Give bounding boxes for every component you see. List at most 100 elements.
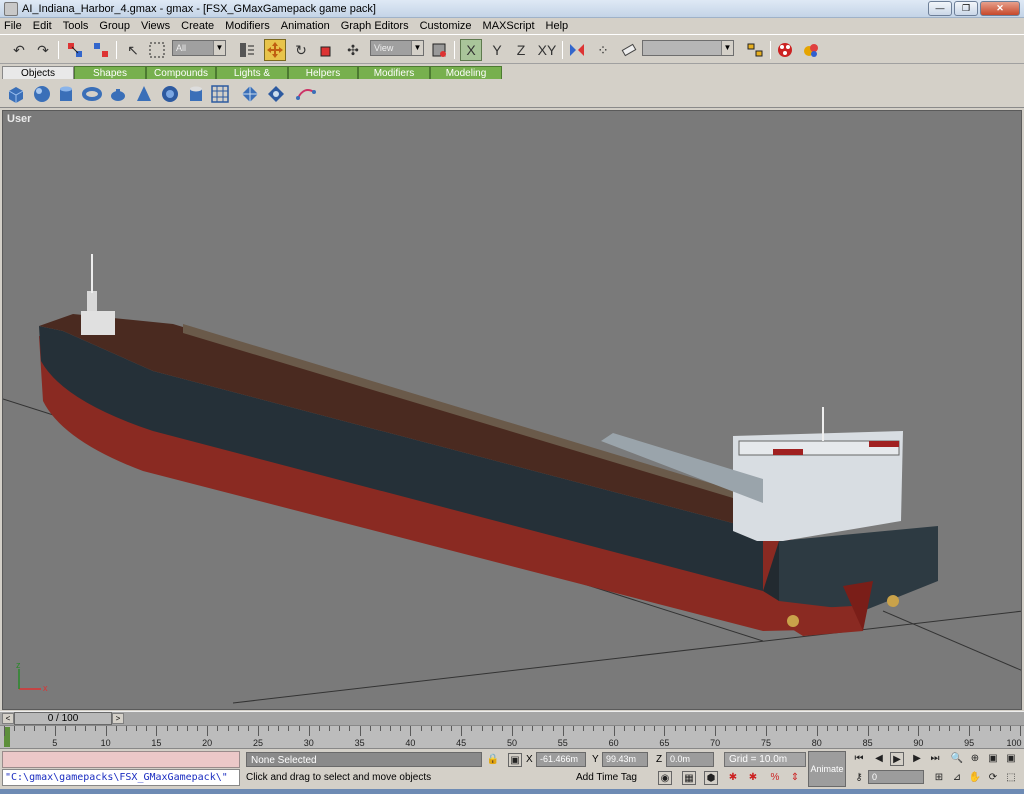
pivot-center-icon[interactable]: ✣ xyxy=(342,39,364,61)
arc-rotate-icon[interactable]: ⟳ xyxy=(986,771,1000,785)
tab-modifiers[interactable]: Modifiers xyxy=(358,66,430,79)
key-mode-icon[interactable]: ⚷ xyxy=(852,771,866,785)
close-button[interactable]: ✕ xyxy=(980,1,1020,16)
tab-helpers[interactable]: Helpers xyxy=(288,66,358,79)
minimize-button[interactable]: — xyxy=(928,1,952,16)
tab-modeling[interactable]: Modeling xyxy=(430,66,502,79)
track-tick xyxy=(816,726,818,736)
tab-compounds[interactable]: Compounds xyxy=(146,66,216,79)
z-coordinate-field[interactable]: 0.0m xyxy=(666,752,714,767)
prev-frame-icon[interactable]: ◀ xyxy=(872,752,886,766)
percent-snap-icon[interactable]: % xyxy=(768,771,782,785)
app-icon[interactable] xyxy=(4,1,18,16)
select-by-name-icon[interactable] xyxy=(236,39,258,61)
absolute-mode-icon[interactable]: ▣ xyxy=(508,753,522,767)
box-icon[interactable] xyxy=(6,84,26,104)
region-zoom-icon[interactable]: ⊞ xyxy=(932,771,946,785)
tab-objects[interactable]: Objects xyxy=(2,66,74,79)
menu-edit[interactable]: Edit xyxy=(33,20,52,32)
play-icon[interactable]: ▶ xyxy=(890,752,904,766)
selection-lock-icon[interactable]: ◉ xyxy=(658,771,672,785)
teapot-icon[interactable] xyxy=(108,84,128,104)
tab-shapes[interactable]: Shapes xyxy=(74,66,146,79)
menu-maxscript[interactable]: MAXScript xyxy=(483,20,535,32)
render-icon[interactable] xyxy=(800,39,822,61)
reference-coordinate-dropdown[interactable]: View ▼ xyxy=(370,40,424,56)
tube-icon[interactable] xyxy=(186,84,206,104)
plane-grid-icon[interactable] xyxy=(210,84,230,104)
y-coordinate-field[interactable]: 99.43m xyxy=(602,752,648,767)
goto-end-icon[interactable]: ⏭ xyxy=(928,752,942,766)
move-icon[interactable] xyxy=(264,39,286,61)
x-coordinate-field[interactable]: -61.466m xyxy=(536,752,586,767)
axis-y-button[interactable]: Y xyxy=(486,39,508,61)
degradation-override-icon[interactable]: ⬢ xyxy=(704,771,718,785)
track-bar[interactable]: 5 10 15 20 25 30 35 40 45 50 55 60 65 70 75 80 85 90 95 100 xyxy=(0,725,1024,749)
geosphere-icon[interactable] xyxy=(160,84,180,104)
add-time-tag-button[interactable]: Add Time Tag xyxy=(576,772,637,783)
viewport-user[interactable]: User x z xyxy=(2,110,1022,710)
menu-graph-editors[interactable]: Graph Editors xyxy=(341,20,409,32)
zoom-extents-icon[interactable]: ▣ xyxy=(986,752,1000,766)
redo-icon[interactable]: ↷ xyxy=(32,39,54,61)
restore-button[interactable]: ❐ xyxy=(954,1,978,16)
menu-file[interactable]: File xyxy=(4,20,22,32)
axis-z-button[interactable]: Z xyxy=(510,39,532,61)
menu-views[interactable]: Views xyxy=(141,20,170,32)
menu-animation[interactable]: Animation xyxy=(281,20,330,32)
zoom-icon[interactable]: 🔍 xyxy=(950,752,964,766)
snap-toggle-icon[interactable]: ✱ xyxy=(726,771,740,785)
array-icon[interactable]: ⁘ xyxy=(592,39,614,61)
maxscript-listener-output[interactable]: "C:\gmax\gamepacks\FSX_GMaxGamepack\" xyxy=(2,769,240,786)
angle-snap-icon[interactable] xyxy=(266,84,286,104)
rotate-icon[interactable]: ↻ xyxy=(290,39,312,61)
maxscript-listener-input[interactable] xyxy=(2,751,240,768)
lock-icon[interactable]: 🔒 xyxy=(486,753,500,767)
current-frame-field[interactable]: 0 xyxy=(868,770,924,784)
menu-help[interactable]: Help xyxy=(546,20,569,32)
mirror-icon[interactable] xyxy=(566,39,588,61)
pan-hand-icon[interactable]: ✋ xyxy=(968,771,982,785)
axis-xy-button[interactable]: XY xyxy=(536,39,558,61)
time-prev-button[interactable]: < xyxy=(2,713,14,724)
align-icon[interactable] xyxy=(744,39,766,61)
material-editor-icon[interactable] xyxy=(774,39,796,61)
spinner-snap-icon[interactable]: ⇕ xyxy=(788,771,802,785)
angle-snap-toggle-icon[interactable]: ✱ xyxy=(746,771,760,785)
track-tick xyxy=(928,726,930,731)
field-of-view-icon[interactable]: ⊿ xyxy=(950,771,964,785)
use-pivot-icon[interactable] xyxy=(428,39,450,61)
scale-icon[interactable] xyxy=(316,39,338,61)
time-slider-thumb[interactable]: 0 / 100 xyxy=(14,712,112,725)
torus-icon[interactable] xyxy=(82,84,102,104)
zoom-extents-all-icon[interactable]: ▣ xyxy=(1004,752,1018,766)
animate-button[interactable]: Animate xyxy=(808,751,846,787)
sphere-icon[interactable] xyxy=(32,84,52,104)
axis-x-button[interactable]: X xyxy=(460,39,482,61)
goto-start-icon[interactable]: ⏮ xyxy=(852,752,866,766)
menu-create[interactable]: Create xyxy=(181,20,214,32)
eraser-icon[interactable] xyxy=(618,39,640,61)
cone-icon[interactable] xyxy=(134,84,154,104)
snap-icon[interactable] xyxy=(240,84,260,104)
zoom-all-icon[interactable]: ⊕ xyxy=(968,752,982,766)
region-select-icon[interactable] xyxy=(146,39,168,61)
next-frame-icon[interactable]: ▶ xyxy=(910,752,924,766)
menu-modifiers[interactable]: Modifiers xyxy=(225,20,270,32)
maximize-viewport-icon[interactable]: ⬚ xyxy=(1004,771,1018,785)
link-icon[interactable] xyxy=(64,39,86,61)
cylinder-icon[interactable] xyxy=(56,84,76,104)
spline-icon[interactable] xyxy=(296,84,316,104)
menu-tools[interactable]: Tools xyxy=(63,20,89,32)
time-next-button[interactable]: > xyxy=(112,713,124,724)
tab-lights-cameras[interactable]: Lights & Cameras xyxy=(216,66,288,92)
named-selection-dropdown[interactable]: ▼ xyxy=(642,40,734,56)
select-arrow-icon[interactable]: ↖ xyxy=(122,39,144,61)
menu-group[interactable]: Group xyxy=(99,20,130,32)
time-slider[interactable]: < 0 / 100 > xyxy=(0,711,1024,725)
menu-customize[interactable]: Customize xyxy=(420,20,472,32)
undo-icon[interactable]: ↶ xyxy=(8,39,30,61)
unlink-icon[interactable] xyxy=(90,39,112,61)
selection-filter-dropdown[interactable]: All ▼ xyxy=(172,40,226,56)
crossing-icon[interactable]: ▦ xyxy=(682,771,696,785)
